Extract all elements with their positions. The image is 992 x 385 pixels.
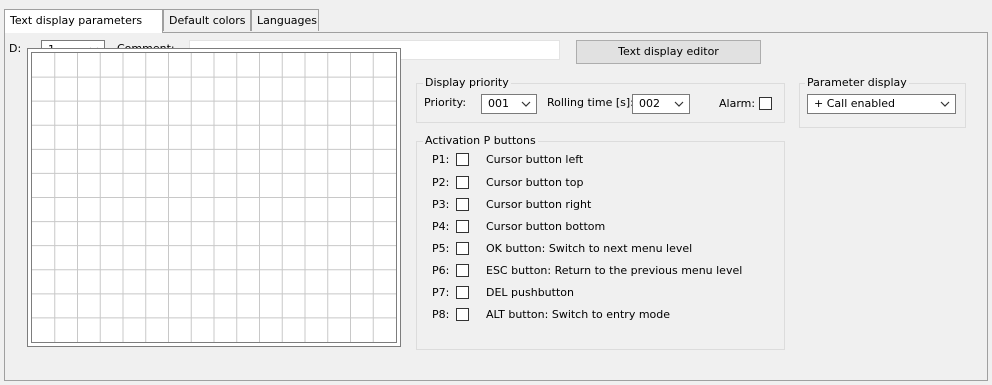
priority-select[interactable]: 001 — [481, 94, 537, 114]
p7-checkbox[interactable] — [456, 286, 469, 299]
tab-text-display-parameters[interactable]: Text display parameters — [4, 9, 163, 33]
display-grid-lines — [32, 53, 396, 342]
d-label: D: — [9, 42, 22, 55]
p5-key: P5: — [432, 242, 450, 255]
p7-key: P7: — [432, 286, 450, 299]
rolling-time-label: Rolling time [s]: — [547, 96, 634, 109]
p1-label: Cursor button left — [486, 153, 584, 166]
chevron-down-icon — [940, 101, 950, 107]
p5-checkbox[interactable] — [456, 242, 469, 255]
alarm-checkbox[interactable] — [759, 97, 772, 110]
p4-checkbox[interactable] — [456, 220, 469, 233]
chevron-down-icon — [674, 101, 684, 107]
p8-checkbox[interactable] — [456, 308, 469, 321]
priority-label: Priority: — [424, 96, 467, 109]
chevron-down-icon — [521, 101, 531, 107]
p8-label: ALT button: Switch to entry mode — [486, 308, 671, 321]
p1-key: P1: — [432, 153, 450, 166]
priority-value: 001 — [488, 97, 509, 110]
p4-label: Cursor button bottom — [486, 220, 606, 233]
p5-label: OK button: Switch to next menu level — [486, 242, 693, 255]
p8-key: P8: — [432, 308, 450, 321]
tab-default-colors[interactable]: Default colors — [163, 9, 251, 31]
p1-checkbox[interactable] — [456, 153, 469, 166]
display-preview — [27, 48, 401, 347]
p2-label: Cursor button top — [486, 176, 584, 189]
parameter-display-value: + Call enabled — [814, 97, 896, 110]
p6-key: P6: — [432, 264, 450, 277]
p3-key: P3: — [432, 198, 450, 211]
alarm-label: Alarm: — [719, 97, 756, 110]
parameter-display-legend: Parameter display — [805, 76, 909, 89]
rolling-time-select[interactable]: 002 — [632, 94, 690, 114]
rolling-time-value: 002 — [639, 97, 660, 110]
p6-label: ESC button: Return to the previous menu … — [486, 264, 743, 277]
p7-label: DEL pushbutton — [486, 286, 574, 299]
dialog: Text display parameters Default colors L… — [0, 0, 992, 385]
display-grid — [31, 52, 397, 343]
activation-legend: Activation P buttons — [423, 134, 538, 147]
display-priority-legend: Display priority — [423, 76, 511, 89]
tab-languages[interactable]: Languages — [251, 9, 319, 31]
p3-label: Cursor button right — [486, 198, 592, 211]
p4-key: P4: — [432, 220, 450, 233]
text-display-editor-button[interactable]: Text display editor — [576, 40, 761, 64]
p2-key: P2: — [432, 176, 450, 189]
p3-checkbox[interactable] — [456, 198, 469, 211]
parameter-display-select[interactable]: + Call enabled — [807, 94, 956, 114]
p2-checkbox[interactable] — [456, 176, 469, 189]
p6-checkbox[interactable] — [456, 264, 469, 277]
